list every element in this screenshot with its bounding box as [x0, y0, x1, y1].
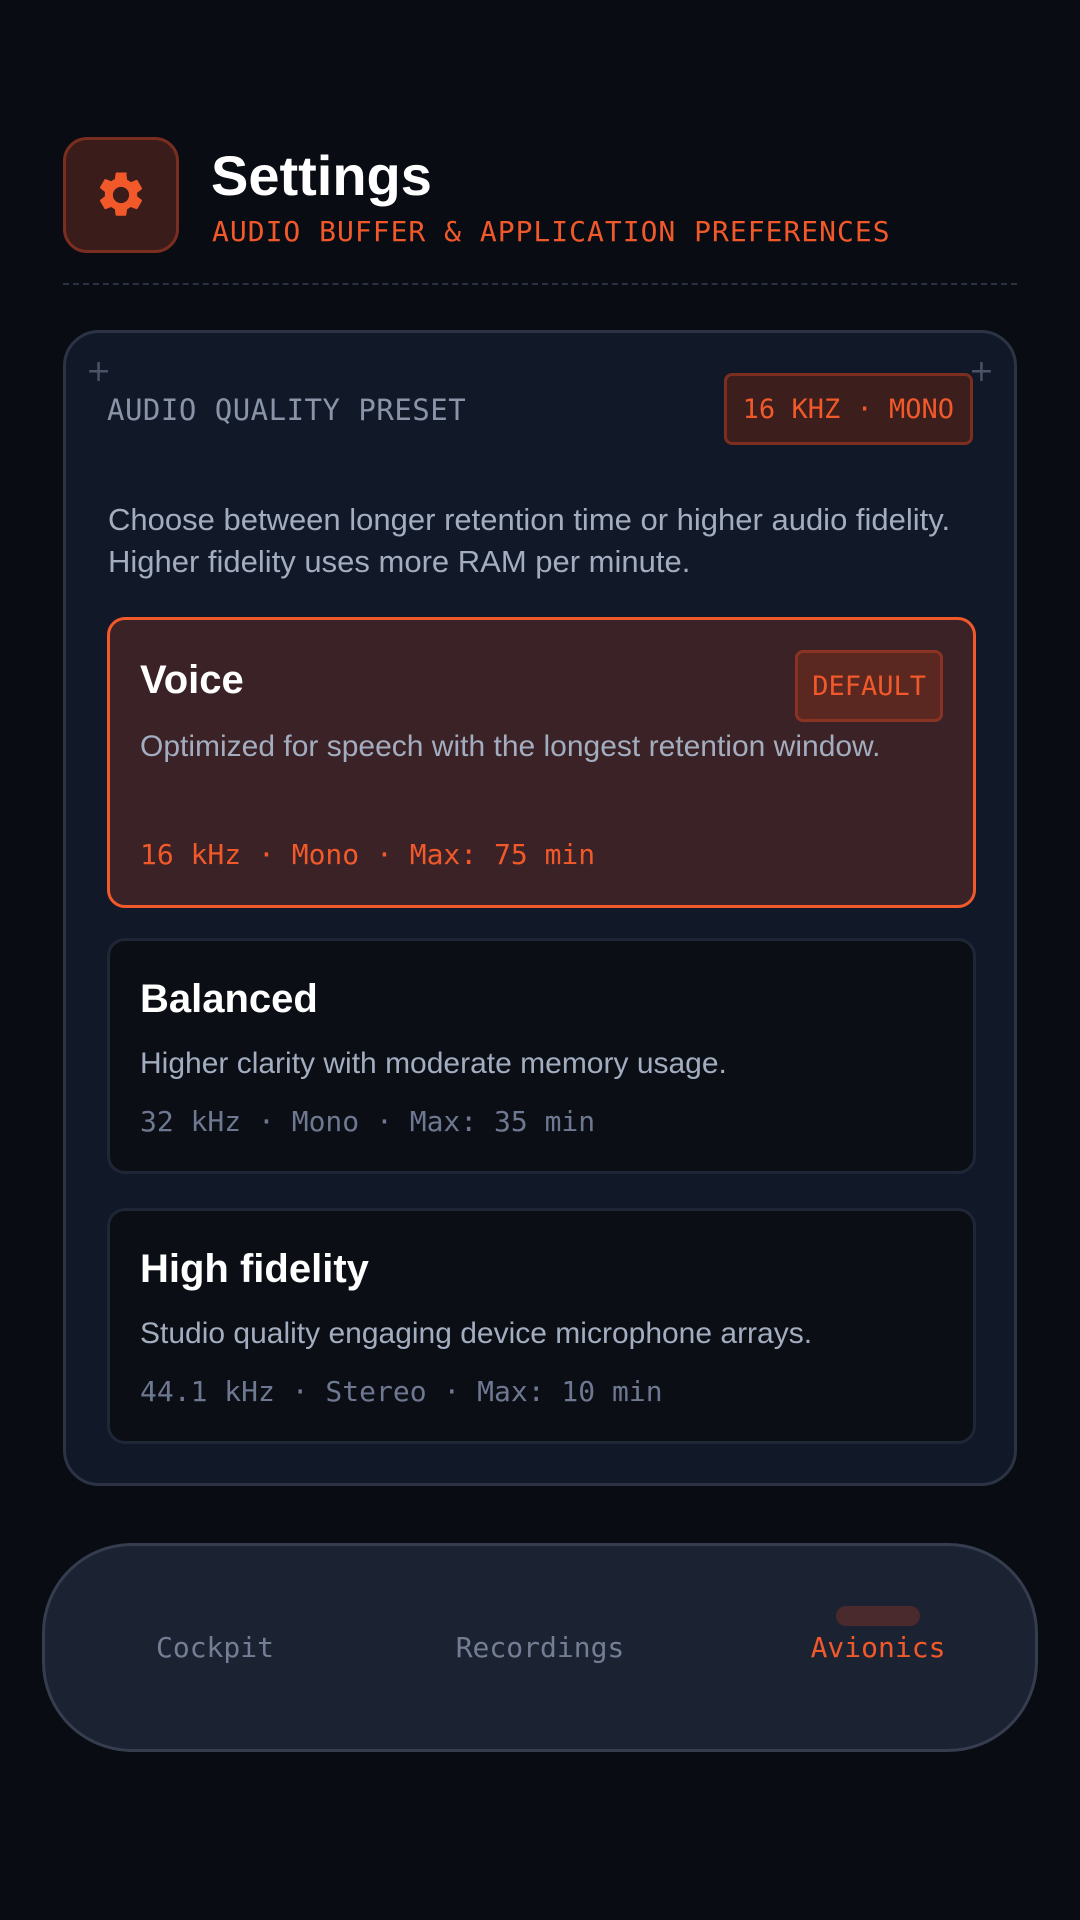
option-description: Optimized for speech with the longest re…: [140, 730, 881, 763]
option-title: High fidelity: [140, 1247, 369, 1291]
nav-label: Avionics: [810, 1631, 946, 1664]
nav-label: Cockpit: [155, 1631, 274, 1664]
preset-option-high-fidelity[interactable]: High fidelity Studio quality engaging de…: [107, 1208, 976, 1444]
option-description: Higher clarity with moderate memory usag…: [140, 1047, 727, 1080]
page-subtitle: AUDIO BUFFER & APPLICATION PREFERENCES: [212, 215, 891, 248]
settings-screen: Settings AUDIO BUFFER & APPLICATION PREF…: [0, 0, 1080, 1920]
gear-icon: [99, 172, 143, 216]
default-badge: DEFAULT: [795, 650, 943, 722]
preset-option-voice[interactable]: Voice DEFAULT Optimized for speech with …: [107, 617, 976, 908]
option-title: Voice: [140, 658, 244, 702]
active-tab-indicator: [836, 1606, 920, 1626]
preset-option-balanced[interactable]: Balanced Higher clarity with moderate me…: [107, 938, 976, 1174]
nav-label: Recordings: [455, 1631, 625, 1664]
page-header: Settings AUDIO BUFFER & APPLICATION PREF…: [63, 137, 1017, 253]
bottom-nav: Cockpit Recordings Avionics: [42, 1543, 1038, 1752]
corner-plus-icon: +: [86, 354, 112, 389]
option-description: Studio quality engaging device microphon…: [140, 1317, 813, 1350]
current-preset-badge: 16 KHZ · MONO: [723, 373, 973, 445]
option-specs: 44.1 kHz · Stereo · Max: 10 min: [140, 1375, 663, 1408]
nav-item-recordings[interactable]: Recordings: [400, 1546, 680, 1749]
section-label: AUDIO QUALITY PRESET: [107, 393, 467, 427]
nav-item-avionics[interactable]: Avionics: [738, 1546, 1018, 1749]
section-description: Choose between longer retention time or …: [108, 502, 951, 579]
option-specs: 16 kHz · Mono · Max: 75 min: [140, 838, 596, 871]
option-title: Balanced: [140, 977, 318, 1021]
header-divider: [63, 283, 1017, 285]
audio-quality-preset-panel: + + AUDIO QUALITY PRESET 16 KHZ · MONO C…: [63, 330, 1017, 1486]
nav-item-cockpit[interactable]: Cockpit: [75, 1546, 355, 1749]
page-title: Settings: [211, 144, 432, 207]
settings-logo: [63, 137, 179, 253]
option-specs: 32 kHz · Mono · Max: 35 min: [140, 1105, 596, 1138]
